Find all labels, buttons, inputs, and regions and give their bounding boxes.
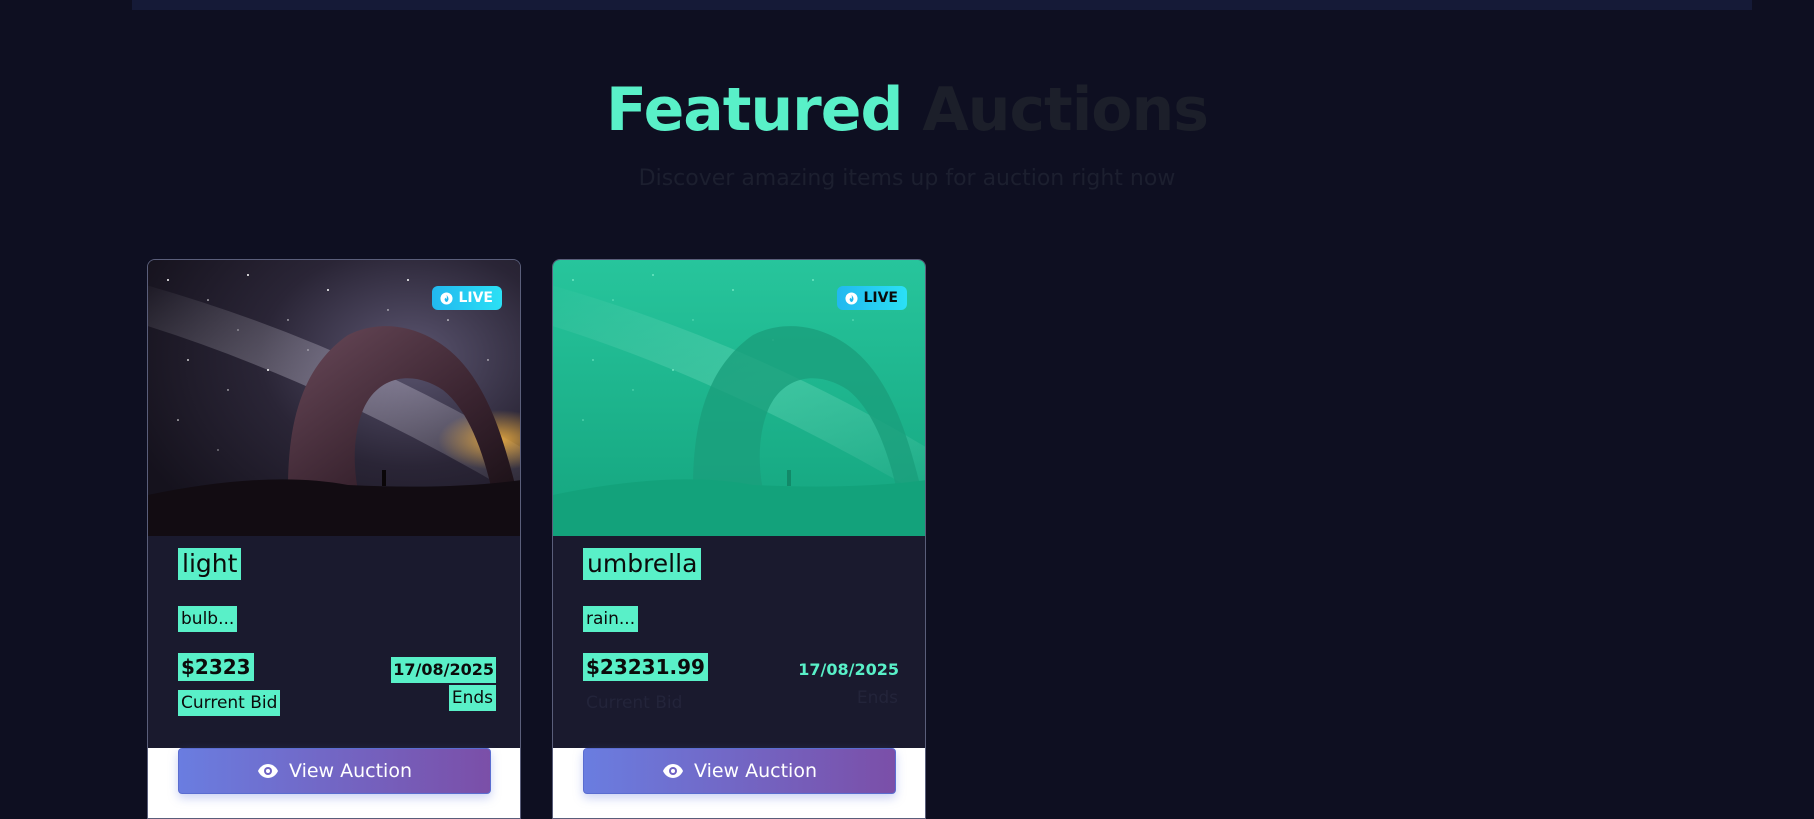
- view-auction-label: View Auction: [288, 760, 412, 782]
- auction-image[interactable]: LIVE: [148, 260, 520, 536]
- end-date-label: Ends: [448, 685, 496, 711]
- eye-icon: [662, 764, 683, 778]
- current-bid-value: $2323: [178, 653, 254, 681]
- auction-image[interactable]: LIVE: [553, 260, 925, 536]
- eye-icon: [257, 764, 278, 778]
- end-date-label: Ends: [856, 688, 898, 708]
- section-heading: Featured Auctions: [0, 70, 1814, 150]
- view-auction-button[interactable]: View Auction: [178, 748, 491, 794]
- view-auction-label: View Auction: [693, 760, 817, 782]
- live-badge: LIVE: [837, 286, 907, 310]
- heading-word-featured: Featured: [606, 75, 903, 145]
- live-badge: LIVE: [432, 286, 502, 310]
- current-bid-label: Current Bid: [178, 690, 281, 716]
- view-auction-button[interactable]: View Auction: [583, 748, 896, 794]
- auction-card[interactable]: LIVE light bulb... $2323 Current Bid 17/…: [147, 259, 521, 819]
- auction-title[interactable]: umbrella: [583, 548, 702, 580]
- section-subtitle: Discover amazing items up for auction ri…: [638, 166, 1176, 191]
- live-badge-label: LIVE: [458, 290, 493, 306]
- end-date-value: 17/08/2025: [798, 660, 899, 679]
- live-badge-label: LIVE: [863, 290, 898, 306]
- auction-title[interactable]: light: [178, 548, 242, 580]
- heading-word-auctions: Auctions: [922, 75, 1209, 145]
- auction-description: bulb...: [178, 606, 238, 632]
- auction-card[interactable]: LIVE umbrella rain... $23231.99 Current …: [552, 259, 926, 819]
- auction-description: rain...: [583, 606, 639, 632]
- top-navigation-bar: [132, 0, 1752, 10]
- flame-icon: [440, 291, 454, 305]
- flame-icon: [845, 291, 859, 305]
- end-date-value: 17/08/2025: [391, 657, 496, 683]
- current-bid-label: Current Bid: [586, 693, 683, 713]
- current-bid-value: $23231.99: [583, 653, 708, 681]
